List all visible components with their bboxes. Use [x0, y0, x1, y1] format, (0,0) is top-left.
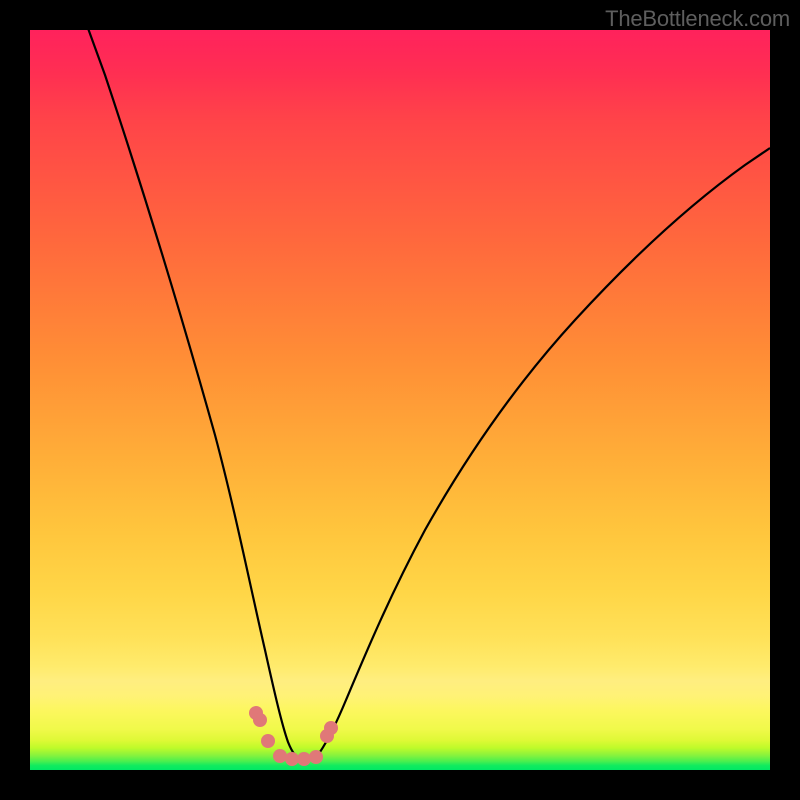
bottleneck-curve	[80, 30, 770, 761]
chart-frame: TheBottleneck.com	[0, 0, 800, 800]
marker-dot	[273, 749, 287, 763]
marker-dot	[261, 734, 275, 748]
marker-dot	[285, 752, 299, 766]
marker-dot	[297, 752, 311, 766]
marker-group	[249, 706, 338, 766]
marker-dot	[324, 721, 338, 735]
watermark-text: TheBottleneck.com	[605, 6, 790, 32]
marker-dot	[253, 713, 267, 727]
marker-dot	[309, 750, 323, 764]
curve-svg	[30, 30, 770, 770]
plot-area	[30, 30, 770, 770]
